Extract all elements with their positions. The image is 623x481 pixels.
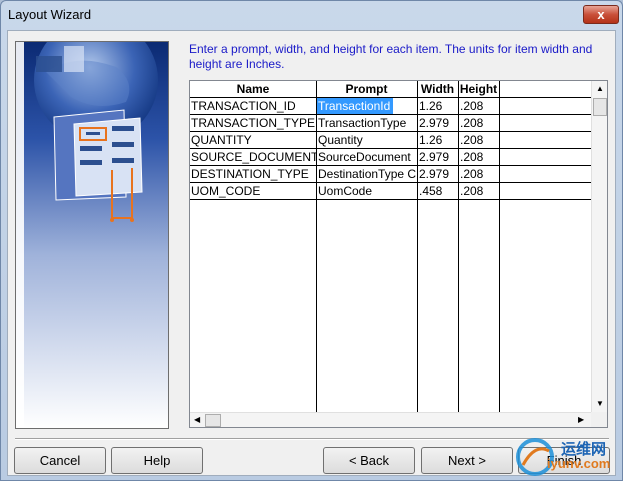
cell-name[interactable]: TRANSACTION_TYPE — [190, 115, 316, 131]
cell-prompt-selected[interactable]: TransactionId — [317, 98, 393, 114]
instructions-text: Enter a prompt, width, and height for ea… — [189, 42, 593, 71]
layout-wizard-window: Layout Wizard x Enter a prompt, width, a… — [0, 0, 623, 481]
table-row[interactable]: DESTINATION_TYPE DestinationType C 2.979… — [190, 166, 591, 183]
table-row[interactable]: TRANSACTION_ID TransactionId 1.26 .208 — [190, 98, 591, 115]
scroll-right-icon[interactable]: ▶ — [578, 415, 584, 425]
watermark-bottom-text: iyunv.com — [547, 456, 611, 471]
table-row[interactable]: UOM_CODE UomCode .458 .208 — [190, 183, 591, 200]
scroll-down-icon[interactable]: ▼ — [596, 399, 604, 409]
cell-prompt[interactable]: UomCode — [317, 183, 417, 199]
column-divider — [458, 81, 459, 412]
column-header-prompt[interactable]: Prompt — [316, 81, 417, 98]
next-button[interactable]: Next > — [421, 447, 513, 474]
cell-prompt[interactable]: TransactionType — [317, 115, 417, 131]
column-header-height[interactable]: Height — [458, 81, 499, 98]
scroll-left-icon[interactable]: ◀ — [194, 415, 200, 425]
cell-name[interactable]: UOM_CODE — [190, 183, 316, 199]
wizard-illustration-art — [16, 42, 168, 428]
close-icon: x — [597, 7, 605, 22]
table-row[interactable]: TRANSACTION_TYPE TransactionType 2.979 .… — [190, 115, 591, 132]
cell-width[interactable]: .458 — [418, 183, 458, 199]
cell-name[interactable]: QUANTITY — [190, 132, 316, 148]
column-divider — [417, 81, 418, 412]
cell-height[interactable]: .208 — [459, 98, 499, 114]
cell-prompt[interactable]: SourceDocument — [317, 149, 417, 165]
column-divider — [499, 81, 500, 412]
cell-prompt[interactable]: Quantity — [317, 132, 417, 148]
column-header-name[interactable]: Name — [190, 81, 316, 98]
grid-cells-area: Name Prompt Width Height TRANSACTION_ID … — [190, 81, 591, 412]
cell-width[interactable]: 2.979 — [418, 166, 458, 182]
scroll-up-icon[interactable]: ▲ — [596, 84, 604, 94]
cell-name[interactable]: SOURCE_DOCUMENT — [190, 149, 316, 165]
cell-height[interactable]: .208 — [459, 166, 499, 182]
close-button[interactable]: x — [583, 5, 619, 24]
window-title: Layout Wizard — [8, 7, 92, 22]
watermark-logo: 运维网 iyunv.com — [513, 434, 621, 480]
horizontal-scroll-thumb[interactable] — [205, 414, 221, 427]
table-row[interactable]: QUANTITY Quantity 1.26 .208 — [190, 132, 591, 149]
horizontal-scrollbar[interactable]: ◀ ▶ — [190, 412, 591, 427]
cell-width[interactable]: 1.26 — [418, 98, 458, 114]
item-grid[interactable]: Name Prompt Width Height TRANSACTION_ID … — [189, 80, 608, 428]
cell-width[interactable]: 2.979 — [418, 149, 458, 165]
vertical-scrollbar[interactable]: ▲ ▼ — [591, 81, 607, 412]
scrollbar-corner — [591, 412, 607, 427]
back-button[interactable]: < Back — [323, 447, 415, 474]
column-header-width[interactable]: Width — [417, 81, 458, 98]
cancel-button[interactable]: Cancel — [14, 447, 106, 474]
cell-prompt[interactable]: DestinationType C — [317, 166, 417, 182]
column-header-empty — [499, 81, 591, 98]
cell-width[interactable]: 2.979 — [418, 115, 458, 131]
cell-width[interactable]: 1.26 — [418, 132, 458, 148]
vertical-scroll-thumb[interactable] — [593, 98, 607, 116]
cell-height[interactable]: .208 — [459, 115, 499, 131]
cell-height[interactable]: .208 — [459, 149, 499, 165]
cell-height[interactable]: .208 — [459, 132, 499, 148]
table-row[interactable]: SOURCE_DOCUMENT SourceDocument 2.979 .20… — [190, 149, 591, 166]
title-bar[interactable]: Layout Wizard x — [1, 1, 622, 29]
column-divider — [316, 81, 317, 412]
help-button[interactable]: Help — [111, 447, 203, 474]
wizard-illustration — [15, 41, 169, 429]
cell-height[interactable]: .208 — [459, 183, 499, 199]
cell-name[interactable]: TRANSACTION_ID — [190, 98, 316, 114]
cell-name[interactable]: DESTINATION_TYPE — [190, 166, 316, 182]
